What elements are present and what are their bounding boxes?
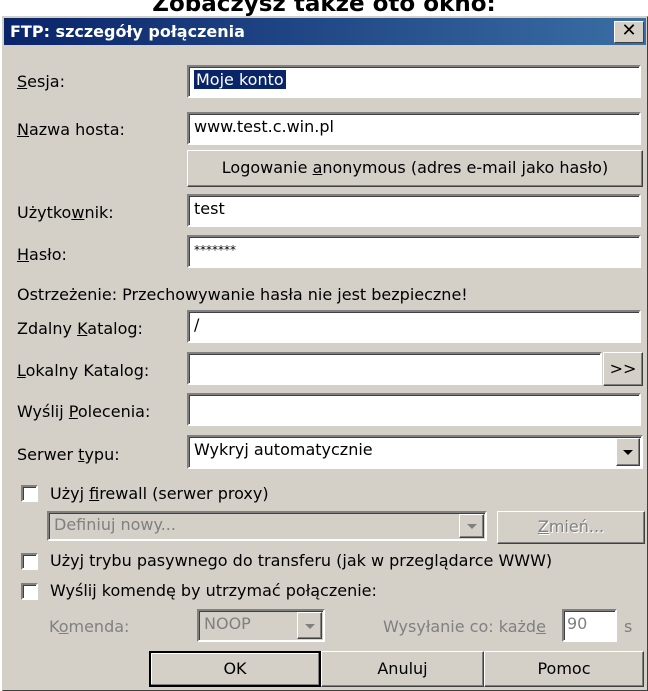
interval-input[interactable]: 90 (562, 609, 617, 642)
cancel-button[interactable]: Anuluj (321, 651, 484, 687)
password-warning: Ostrzeżenie: Przechowywanie hasła nie je… (17, 285, 468, 304)
ok-button[interactable]: OK (149, 651, 321, 687)
host-label: Nazwa hosta: (17, 120, 125, 139)
password-input[interactable]: ******* (187, 235, 641, 268)
passive-mode-label: Użyj trybu pasywnego do transferu (jak w… (50, 551, 553, 570)
caption-text: Zobaczysz także oto okno: (152, 0, 496, 17)
firewall-checkbox[interactable] (21, 485, 38, 502)
firewall-dropdown-button[interactable] (459, 514, 484, 538)
remote-dir-label: Zdalny Katalog: (17, 319, 143, 338)
change-firewall-button[interactable]: Zmień... (497, 511, 645, 544)
session-input[interactable]: Moje konto (187, 65, 641, 98)
server-type-select[interactable]: Wykryj automatycznie (187, 435, 643, 469)
user-input[interactable]: test (187, 194, 641, 227)
server-type-dropdown-button[interactable] (616, 438, 640, 466)
keepalive-checkbox[interactable] (21, 583, 38, 600)
local-dir-input[interactable] (187, 352, 602, 385)
commands-label: Wyślij Polecenia: (17, 402, 151, 421)
session-value: Moje konto (194, 70, 286, 89)
session-label: Sesja: (17, 72, 65, 91)
keepalive-label: Wyślij komendę by utrzymać połączenie: (50, 581, 377, 600)
server-type-label: Serwer typu: (17, 445, 120, 464)
passive-mode-checkbox[interactable] (21, 553, 38, 570)
close-icon: ✕ (621, 20, 637, 41)
anonymous-login-button[interactable]: Logowanie anonymous (adres e-mail jako h… (187, 150, 643, 187)
window-title: FTP: szczegóły połączenia (10, 22, 245, 41)
interval-unit: s (624, 617, 633, 636)
page-caption: Zobaczysz także oto okno: (0, 0, 648, 20)
command-dropdown-button[interactable] (297, 612, 322, 639)
host-input[interactable]: www.test.c.win.pl (187, 112, 641, 145)
password-label: Hasło: (17, 245, 67, 264)
help-button[interactable]: Pomoc (484, 651, 644, 687)
local-dir-label: Lokalny Katalog: (17, 361, 150, 380)
browse-button[interactable]: >> (603, 352, 643, 386)
remote-dir-input[interactable]: / (187, 310, 641, 343)
close-button[interactable]: ✕ (614, 21, 644, 43)
firewall-select[interactable]: Definiuj nowy... (47, 511, 487, 541)
user-label: Użytkownik: (17, 203, 114, 222)
firewall-label: Użyj firewall (serwer proxy) (50, 484, 269, 503)
commands-input[interactable] (187, 393, 641, 426)
interval-label: Wysyłanie co: każde (383, 617, 546, 636)
command-label: Komenda: (49, 617, 130, 636)
